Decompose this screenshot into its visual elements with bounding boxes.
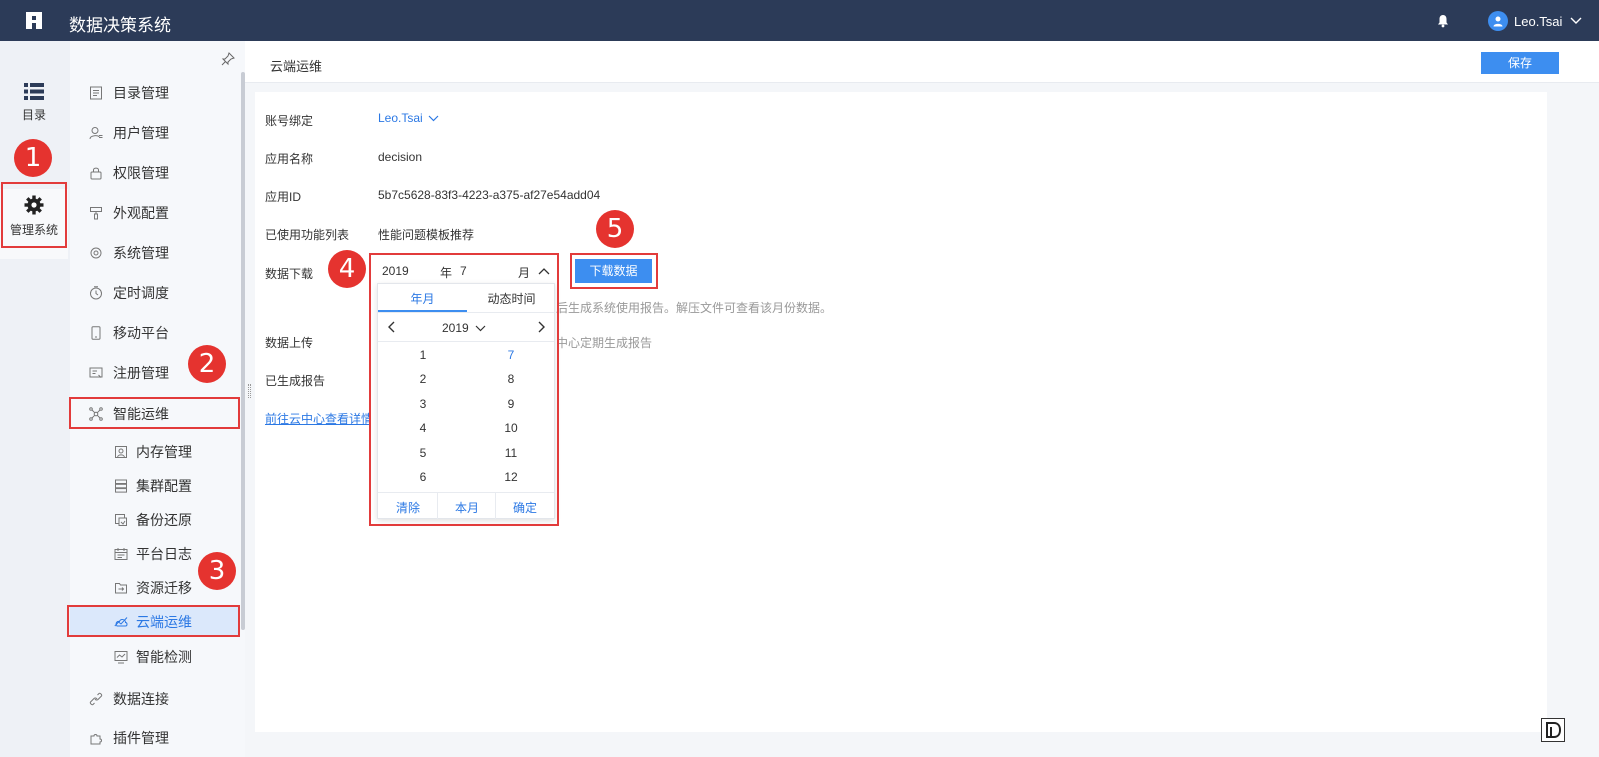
features-label: 已使用功能列表 bbox=[265, 228, 350, 242]
nav-item-label: 系统管理 bbox=[113, 245, 169, 261]
user-menu[interactable]: Leo.Tsai bbox=[1488, 11, 1582, 31]
catalog-icon bbox=[90, 86, 102, 100]
nav-item-cluster[interactable]: 集群配置 bbox=[70, 471, 240, 501]
nav-item-label: 目录管理 bbox=[113, 85, 169, 101]
memory-icon bbox=[115, 446, 127, 458]
clock-icon bbox=[90, 286, 102, 300]
plugin-icon bbox=[90, 734, 102, 745]
nav-item-label: 平台日志 bbox=[136, 546, 192, 562]
widget-icon bbox=[1546, 722, 1562, 738]
nav-scrollbar[interactable] bbox=[241, 72, 245, 630]
bell-icon[interactable] bbox=[1436, 14, 1450, 28]
app-name-label: 应用名称 bbox=[265, 152, 314, 166]
backup-icon bbox=[115, 514, 127, 526]
cluster-icon bbox=[115, 479, 127, 493]
account-label: 账号绑定 bbox=[265, 114, 314, 128]
annotation-badge: 1 bbox=[14, 139, 52, 177]
app-id-value: 5b7c5628-83f3-4223-a375-af27e54add04 bbox=[378, 188, 601, 202]
nav-item-label: 智能检测 bbox=[136, 649, 192, 665]
pin-icon[interactable] bbox=[221, 52, 235, 66]
list-icon bbox=[24, 83, 44, 100]
annotation-badge: 5 bbox=[596, 210, 634, 248]
nav-item-label: 外观配置 bbox=[113, 205, 169, 221]
nav-item-label: 定时调度 bbox=[113, 285, 169, 301]
cloud-center-link[interactable]: 前往云中心查看详情 bbox=[265, 410, 369, 427]
rail-item-catalog[interactable]: 目录 bbox=[0, 83, 68, 123]
log-icon bbox=[114, 548, 128, 560]
annotation-badge: 4 bbox=[328, 250, 366, 288]
nav-item-permissions[interactable]: 权限管理 bbox=[70, 158, 240, 188]
gear-icon bbox=[90, 247, 102, 259]
app-id-label: 应用ID bbox=[265, 190, 302, 204]
nav-item-data-connection[interactable]: 数据连接 bbox=[70, 684, 240, 714]
app-title: 数据决策系统 bbox=[69, 16, 171, 35]
nav-item-catalog[interactable]: 目录管理 bbox=[70, 78, 240, 108]
save-button[interactable]: 保存 bbox=[1481, 52, 1559, 74]
nav-item-smart-check[interactable]: 智能检测 bbox=[70, 642, 240, 672]
annotation-box bbox=[69, 397, 240, 429]
main-header: 云端运维 bbox=[245, 41, 1599, 83]
migrate-icon bbox=[115, 583, 127, 594]
top-bar: 数据决策系统 Leo.Tsai bbox=[0, 0, 1599, 41]
annotation-badge: 3 bbox=[198, 552, 236, 590]
chevron-down-icon bbox=[428, 115, 439, 121]
nav-item-appearance[interactable]: 外观配置 bbox=[70, 198, 240, 228]
nav-item-backup[interactable]: 备份还原 bbox=[70, 505, 240, 535]
link-icon bbox=[89, 692, 103, 706]
nav-item-label: 备份还原 bbox=[136, 512, 192, 528]
rail-item-label: 目录 bbox=[21, 108, 46, 122]
annotation-badge: 2 bbox=[188, 345, 226, 383]
nav-item-label: 插件管理 bbox=[113, 730, 169, 746]
nav-item-label: 数据连接 bbox=[113, 691, 169, 707]
upload-hint: 中心定期生成报告 bbox=[556, 336, 653, 350]
app-name-value: decision bbox=[378, 150, 423, 164]
features-value: 性能问题模板推荐 bbox=[378, 228, 475, 242]
download-hint: 后生成系统使用报告。解压文件可查看该月份数据。 bbox=[556, 301, 833, 315]
user-name: Leo.Tsai bbox=[1514, 13, 1563, 29]
nav-item-label: 移动平台 bbox=[113, 325, 169, 341]
nav-item-label: 注册管理 bbox=[113, 365, 169, 381]
upload-label: 数据上传 bbox=[265, 336, 314, 350]
register-icon bbox=[89, 367, 103, 378]
user-icon bbox=[89, 127, 103, 140]
nav-item-memory[interactable]: 内存管理 bbox=[70, 437, 240, 467]
annotation-box bbox=[570, 253, 658, 289]
download-label: 数据下载 bbox=[265, 267, 314, 281]
nav-item-schedule[interactable]: 定时调度 bbox=[70, 278, 240, 308]
account-value: Leo.Tsai bbox=[378, 111, 423, 125]
nav-item-users[interactable]: 用户管理 bbox=[70, 118, 240, 148]
nav-item-mobile[interactable]: 移动平台 bbox=[70, 318, 240, 348]
brush-icon bbox=[90, 207, 102, 220]
nav-item-system[interactable]: 系统管理 bbox=[70, 238, 240, 268]
nav-item-label: 用户管理 bbox=[113, 125, 169, 141]
chevron-down-icon bbox=[1570, 17, 1582, 24]
nav-item-label: 内存管理 bbox=[136, 444, 192, 460]
app-logo-icon bbox=[26, 12, 42, 29]
account-select[interactable]: Leo.Tsai bbox=[378, 111, 439, 125]
feedback-widget[interactable] bbox=[1541, 718, 1565, 742]
page-title: 云端运维 bbox=[270, 59, 323, 74]
annotation-box bbox=[1, 182, 67, 248]
mobile-icon bbox=[91, 326, 101, 340]
user-avatar-icon bbox=[1493, 16, 1503, 27]
resize-handle[interactable] bbox=[248, 384, 251, 398]
avatar bbox=[1488, 11, 1508, 31]
annotation-box bbox=[369, 253, 559, 526]
monitor-icon bbox=[114, 651, 128, 664]
nav-item-plugins[interactable]: 插件管理 bbox=[70, 723, 240, 753]
nav-item-label: 集群配置 bbox=[136, 478, 192, 494]
annotation-box bbox=[67, 605, 240, 637]
nav-item-label: 资源迁移 bbox=[136, 580, 192, 596]
reports-label: 已生成报告 bbox=[265, 374, 326, 388]
lock-icon bbox=[90, 167, 102, 180]
nav-item-label: 权限管理 bbox=[113, 165, 169, 181]
